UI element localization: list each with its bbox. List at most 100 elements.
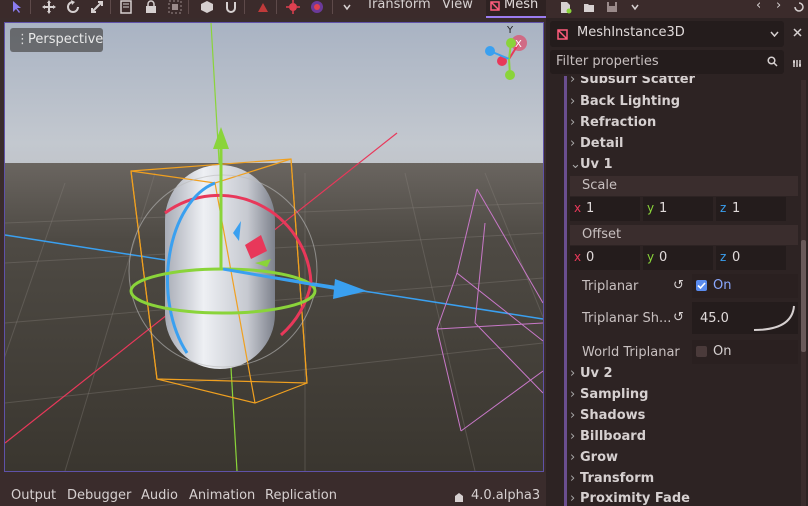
lock-icon[interactable]	[144, 0, 158, 14]
version-label: 4.0.alpha3	[471, 488, 541, 503]
history-back-icon[interactable]: ‹	[756, 0, 761, 13]
preview-sun-icon[interactable]	[256, 0, 270, 14]
property-list: › Subsurf Scatter › Back Lighting › Refract…	[552, 76, 798, 506]
chevron-right-icon: ›	[570, 366, 576, 381]
scale-x-field[interactable]: x1	[570, 197, 640, 221]
mesh-icon	[490, 1, 500, 11]
kebab-menu-icon: ⋮	[16, 32, 29, 47]
section-subsurf-scatter[interactable]: › Subsurf Scatter	[570, 76, 695, 87]
mesh-menu-tab[interactable]: Mesh	[486, 0, 546, 18]
chevron-right-icon: ›	[570, 136, 576, 151]
3d-viewport[interactable]: X Y	[4, 22, 544, 472]
inspector-side-tools	[784, 18, 808, 80]
section-detail[interactable]: › Detail	[570, 136, 624, 151]
viewport-toolbar: Transform View Mesh	[0, 0, 546, 18]
scale-z-field[interactable]: z1	[716, 197, 786, 221]
section-back-lighting[interactable]: › Back Lighting	[570, 94, 680, 109]
inspector-scrollbar-thumb[interactable]	[801, 240, 806, 352]
revert-icon[interactable]: ↺	[673, 310, 687, 325]
easing-curve-icon	[753, 305, 795, 331]
triplanar-sharpness-label: Triplanar Sh...	[582, 311, 672, 326]
gizmo-x-label: X	[515, 39, 522, 50]
section-proximity-fade[interactable]: › Proximity Fade	[570, 491, 690, 506]
chevron-right-icon: ›	[570, 94, 576, 109]
offset-x-field[interactable]: x0	[570, 246, 640, 270]
menu-chevron-icon[interactable]	[340, 0, 354, 14]
section-billboard[interactable]: › Billboard	[570, 429, 646, 444]
world-triplanar-value: On	[713, 344, 732, 359]
viewport-scene: X Y	[5, 23, 543, 471]
inspector-toolbar: ‹ ›	[546, 0, 808, 18]
section-refraction[interactable]: › Refraction	[570, 115, 656, 130]
move-tool-icon[interactable]	[42, 0, 56, 14]
view-menu[interactable]: View	[442, 0, 473, 12]
chevron-right-icon: ›	[570, 471, 576, 486]
godot-logo-icon	[455, 493, 463, 502]
chevron-down-icon: ⌄	[570, 157, 581, 172]
tools-icon[interactable]	[792, 58, 803, 69]
tab-animation[interactable]: Animation	[189, 488, 255, 503]
triplanar-sharpness-field[interactable]: 45.0	[692, 302, 798, 334]
section-uv2[interactable]: › Uv 2	[570, 366, 613, 381]
checkbox-unchecked-icon	[696, 346, 707, 357]
tab-audio[interactable]: Audio	[141, 488, 178, 503]
transform-menu[interactable]: Transform	[366, 0, 431, 12]
mesh-menu-label: Mesh	[504, 0, 539, 12]
triplanar-sharpness-value: 45.0	[700, 311, 729, 326]
group-icon[interactable]	[168, 0, 182, 14]
snap-icon[interactable]	[224, 0, 238, 14]
world-triplanar-label: World Triplanar	[582, 345, 680, 360]
pin-icon[interactable]	[792, 28, 803, 39]
section-uv1[interactable]: ⌄Uv 1	[570, 157, 613, 172]
rotate-tool-icon[interactable]	[66, 0, 80, 14]
world-triplanar-row: World Triplanar On	[570, 340, 798, 366]
filter-properties-input[interactable]: Filter properties	[550, 50, 784, 74]
scale-vector: x1 y1 z1	[570, 197, 798, 221]
section-grow[interactable]: › Grow	[570, 450, 618, 465]
inspector-panel: ‹ › MeshInstance3D Filter properties › Su…	[546, 0, 808, 506]
chevron-right-icon: ›	[570, 76, 576, 87]
checkbox-checked-icon	[696, 280, 707, 291]
scale-tool-icon[interactable]	[90, 0, 104, 14]
bottom-panel-tabs: Output Debugger Audio Animation Replicat…	[0, 482, 546, 506]
open-folder-icon[interactable]	[583, 1, 595, 13]
new-resource-icon[interactable]	[560, 1, 572, 14]
preview-environment-icon[interactable]	[286, 0, 300, 14]
perspective-label: Perspective	[28, 32, 104, 47]
offset-y-field[interactable]: y0	[643, 246, 713, 270]
list-select-icon[interactable]	[120, 0, 134, 14]
chevron-down-icon	[770, 31, 779, 37]
offset-header: Offset	[570, 225, 798, 245]
triplanar-row: Triplanar ↺ On	[570, 274, 798, 300]
chevron-right-icon: ›	[570, 387, 576, 402]
chevron-right-icon: ›	[570, 429, 576, 444]
search-icon	[767, 56, 778, 67]
tab-debugger[interactable]: Debugger	[67, 488, 131, 503]
revert-icon[interactable]: ↺	[673, 278, 687, 293]
triplanar-value: On	[713, 278, 732, 293]
section-sampling[interactable]: › Sampling	[570, 387, 648, 402]
select-tool-icon[interactable]	[10, 0, 24, 14]
chevron-right-icon: ›	[570, 115, 576, 130]
local-space-icon[interactable]	[200, 0, 214, 14]
section-transform[interactable]: › Transform	[570, 471, 654, 486]
triplanar-sharpness-row: Triplanar Sh... ↺ 45.0	[570, 302, 798, 334]
perspective-menu-button[interactable]: ⋮ Perspective	[10, 28, 103, 52]
section-shadows[interactable]: › Shadows	[570, 408, 645, 423]
tab-output[interactable]: Output	[11, 488, 56, 503]
filter-placeholder: Filter properties	[556, 54, 659, 69]
tab-replication[interactable]: Replication	[265, 488, 337, 503]
history-forward-icon[interactable]: ›	[776, 0, 781, 13]
world-triplanar-checkbox[interactable]: On	[692, 340, 798, 364]
chevron-right-icon: ›	[570, 408, 576, 423]
environment-globe-icon[interactable]	[310, 0, 324, 14]
node-selector[interactable]: MeshInstance3D	[550, 21, 784, 47]
triplanar-checkbox[interactable]: On	[692, 274, 798, 298]
offset-z-field[interactable]: z0	[716, 246, 786, 270]
scale-y-field[interactable]: y1	[643, 197, 713, 221]
save-icon[interactable]	[606, 1, 618, 13]
triplanar-label: Triplanar	[582, 279, 639, 294]
history-icon[interactable]	[793, 1, 805, 13]
chevron-right-icon: ›	[570, 491, 576, 506]
menu-chevron-icon[interactable]	[629, 1, 641, 13]
